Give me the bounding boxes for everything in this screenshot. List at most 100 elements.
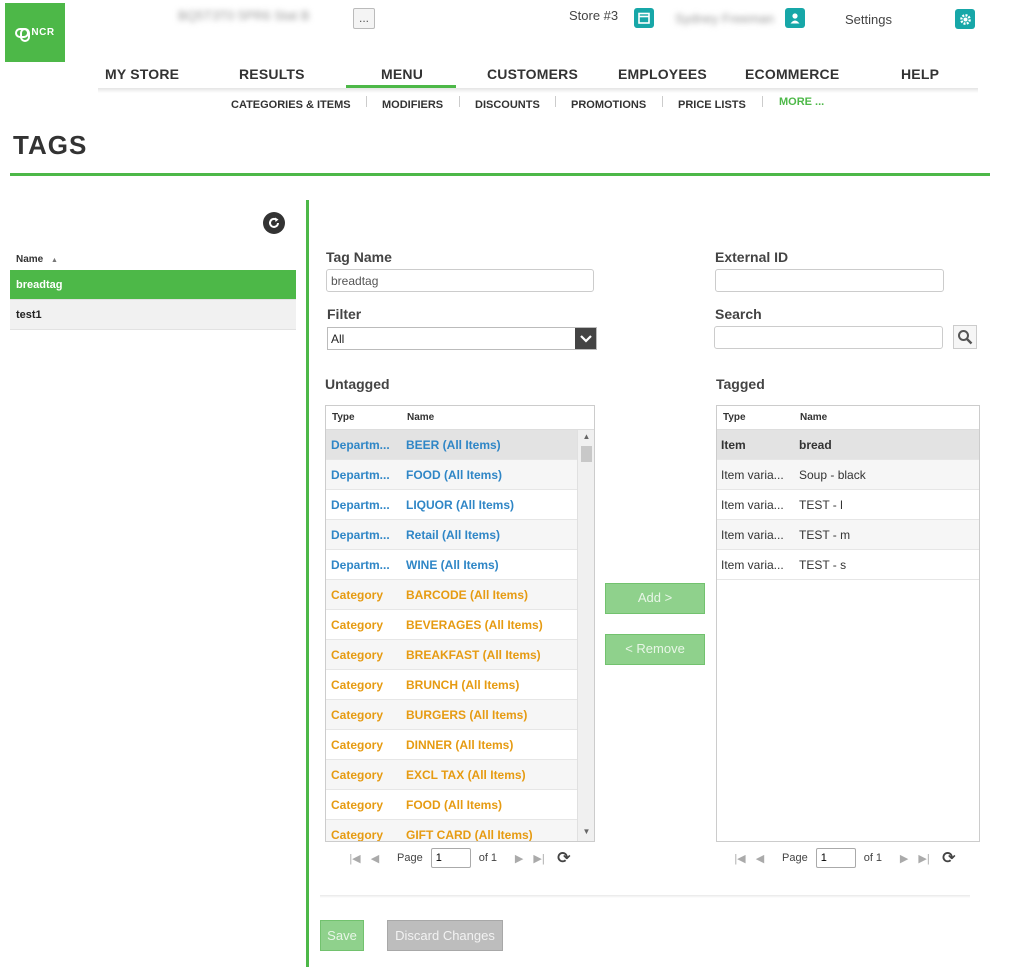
discard-changes-button[interactable]: Discard Changes (387, 920, 503, 951)
untagged-row[interactable]: Category BEVERAGES (All Items) (326, 610, 594, 640)
tag-name-input[interactable] (326, 269, 594, 292)
tagged-pager: |◀ ◀ Page of 1 ▶ ▶| ⟳ (734, 848, 955, 868)
nav-customers[interactable]: CUSTOMERS (487, 66, 578, 82)
nav-my-store[interactable]: MY STORE (105, 66, 179, 82)
tagged-row-type: Item varia... (721, 468, 784, 482)
search-icon (958, 330, 973, 345)
subnav-discounts[interactable]: DISCOUNTS (475, 99, 540, 111)
nav-results[interactable]: RESULTS (239, 66, 305, 82)
untagged-col-type[interactable]: Type (332, 412, 355, 423)
store-calendar-icon[interactable] (634, 8, 654, 28)
scroll-down-icon[interactable]: ▼ (578, 827, 594, 839)
refresh-icon[interactable] (263, 212, 285, 234)
tagged-row[interactable]: Item varia... TEST - l (717, 490, 979, 520)
more-options-button[interactable]: ... (353, 8, 375, 29)
untagged-scrollbar[interactable]: ▲ ▼ (577, 430, 594, 841)
chevron-down-icon[interactable] (575, 328, 596, 349)
untagged-row[interactable]: Departm... LIQUOR (All Items) (326, 490, 594, 520)
untagged-row[interactable]: Category BARCODE (All Items) (326, 580, 594, 610)
tagged-col-name[interactable]: Name (800, 412, 827, 423)
nav-divider (98, 88, 978, 93)
untagged-row[interactable]: Departm... WINE (All Items) (326, 550, 594, 580)
tagged-col-type[interactable]: Type (723, 412, 746, 423)
page-title: TAGS (13, 130, 88, 160)
refresh-icon[interactable]: ⟳ (557, 848, 570, 868)
remove-button[interactable]: < Remove (605, 634, 705, 665)
save-button[interactable]: Save (320, 920, 364, 951)
title-divider (10, 173, 990, 176)
untagged-col-name[interactable]: Name (407, 412, 434, 423)
untagged-grid[interactable]: Type Name Departm... BEER (All Items) Depa… (325, 405, 595, 842)
store-number: Store #3 (569, 8, 619, 23)
scroll-up-icon[interactable]: ▲ (578, 432, 594, 444)
page-number-input[interactable] (815, 848, 856, 868)
filter-select[interactable]: All (327, 327, 597, 350)
page-of-label: of 1 (478, 852, 498, 864)
subnav-more[interactable]: MORE ... (779, 96, 824, 108)
nav-ecommerce[interactable]: ECOMMERCE (745, 66, 839, 82)
ncr-logo[interactable]: NCR (5, 3, 65, 62)
untagged-row[interactable]: Category EXCL TAX (All Items) (326, 760, 594, 790)
first-page-icon[interactable]: |◀ (349, 852, 361, 865)
settings-link[interactable]: Settings (845, 12, 892, 27)
untagged-row[interactable]: Departm... BEER (All Items) (326, 430, 594, 460)
page-number-input[interactable] (430, 848, 471, 868)
search-input[interactable] (714, 326, 943, 349)
tagged-grid[interactable]: Type Name Item bread Item varia... Soup - b… (716, 405, 980, 842)
untagged-row-name: GIFT CARD (All Items) (406, 828, 533, 842)
next-page-icon[interactable]: ▶ (513, 852, 525, 865)
last-page-icon[interactable]: ▶| (533, 852, 545, 865)
tagged-row[interactable]: Item bread (717, 430, 979, 460)
subnav-modifiers[interactable]: MODIFIERS (382, 99, 443, 111)
untagged-row-name: BRUNCH (All Items) (406, 678, 520, 692)
refresh-icon[interactable]: ⟳ (942, 848, 955, 868)
untagged-title: Untagged (325, 376, 390, 392)
gear-icon[interactable] (955, 9, 975, 29)
untagged-row[interactable]: Category FOOD (All Items) (326, 790, 594, 820)
subnav-separator (459, 96, 460, 107)
tagged-row[interactable]: Item varia... TEST - s (717, 550, 979, 580)
first-page-icon[interactable]: |◀ (734, 852, 746, 865)
untagged-row-name: WINE (All Items) (406, 558, 499, 572)
tag-list-item[interactable]: test1 (10, 300, 296, 330)
nav-employees[interactable]: EMPLOYEES (618, 66, 707, 82)
subnav-promotions[interactable]: PROMOTIONS (571, 99, 646, 111)
add-button[interactable]: Add > (605, 583, 705, 614)
untagged-row[interactable]: Departm... FOOD (All Items) (326, 460, 594, 490)
subnav-separator (762, 96, 763, 107)
untagged-row-name: BEER (All Items) (406, 438, 501, 452)
tagged-row-name: bread (799, 438, 832, 452)
untagged-row[interactable]: Category BRUNCH (All Items) (326, 670, 594, 700)
subnav-price-lists[interactable]: PRICE LISTS (678, 99, 746, 111)
user-icon[interactable] (785, 8, 805, 28)
untagged-row[interactable]: Departm... Retail (All Items) (326, 520, 594, 550)
untagged-row-type: Category (331, 768, 384, 782)
untagged-row-name: Retail (All Items) (406, 528, 501, 542)
untagged-row[interactable]: Category GIFT CARD (All Items) (326, 820, 594, 842)
external-id-input[interactable] (715, 269, 944, 292)
subnav-categories-items[interactable]: CATEGORIES & ITEMS (231, 99, 351, 111)
prev-page-icon[interactable]: ◀ (754, 852, 766, 865)
untagged-row[interactable]: Category BURGERS (All Items) (326, 700, 594, 730)
untagged-row[interactable]: Category DINNER (All Items) (326, 730, 594, 760)
untagged-row[interactable]: Category BREAKFAST (All Items) (326, 640, 594, 670)
page-label: Page (782, 852, 808, 864)
tagged-row[interactable]: Item varia... Soup - black (717, 460, 979, 490)
tag-list-item[interactable]: breadtag (10, 270, 296, 300)
panel-divider (306, 200, 309, 967)
nav-menu[interactable]: MENU (381, 66, 423, 82)
ncr-logo-icon (15, 27, 31, 42)
tagged-row[interactable]: Item varia... TEST - m (717, 520, 979, 550)
tagged-row-type: Item varia... (721, 498, 784, 512)
untagged-row-name: BARCODE (All Items) (406, 588, 529, 602)
tag-list-header[interactable]: Name ▲ (10, 250, 296, 270)
prev-page-icon[interactable]: ◀ (369, 852, 381, 865)
tagged-row-type: Item (721, 438, 746, 452)
subnav-separator (555, 96, 556, 107)
page-label: Page (397, 852, 423, 864)
search-button[interactable] (953, 325, 977, 349)
nav-help[interactable]: HELP (901, 66, 939, 82)
scroll-thumb[interactable] (581, 446, 592, 462)
next-page-icon[interactable]: ▶ (898, 852, 910, 865)
last-page-icon[interactable]: ▶| (918, 852, 930, 865)
